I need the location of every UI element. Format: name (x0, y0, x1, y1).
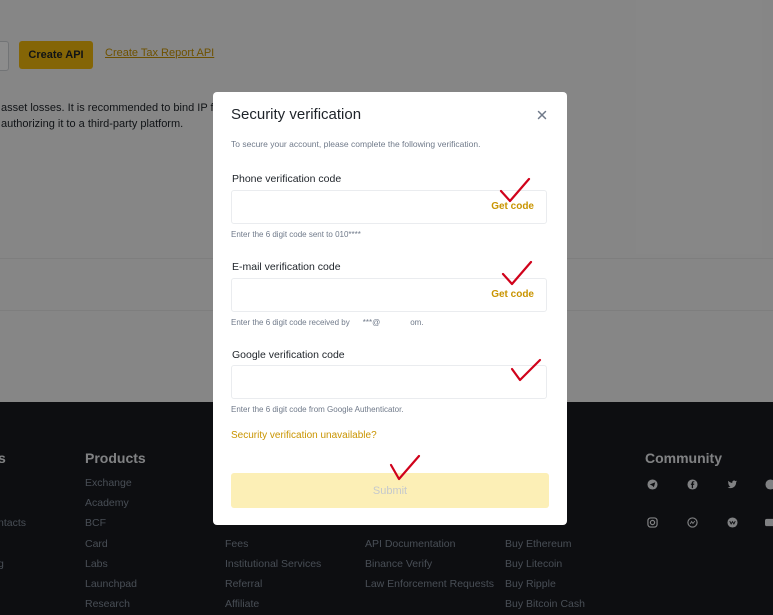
dialog-title: Security verification (231, 106, 362, 123)
email-code-hint: Enter the 6 digit code received by ***@ om… (231, 318, 424, 327)
dialog-description: To secure your account, please complete … (231, 139, 481, 149)
google-code-field (231, 365, 547, 399)
phone-code-hint: Enter the 6 digit code sent to 010**** (231, 230, 361, 239)
security-verification-dialog: Security verification To secure your acc… (213, 92, 567, 525)
email-get-code-button[interactable]: Get code (491, 289, 534, 300)
google-code-input[interactable] (232, 366, 502, 398)
google-code-label: Google verification code (232, 349, 345, 361)
red-check-mark-icon (510, 358, 542, 382)
security-verification-unavailable-link[interactable]: Security verification unavailable? (231, 430, 377, 441)
email-code-input[interactable] (232, 279, 502, 311)
red-check-mark-icon (501, 260, 533, 286)
google-code-hint: Enter the 6 digit code from Google Authe… (231, 405, 404, 414)
phone-code-input[interactable] (232, 191, 502, 223)
email-hint-suffix: om. (410, 318, 424, 327)
email-hint-masked: ***@ (362, 318, 381, 327)
close-icon[interactable] (535, 108, 549, 122)
email-hint-prefix: Enter the 6 digit code received by (231, 318, 350, 327)
email-code-label: E-mail verification code (232, 261, 341, 273)
red-check-mark-icon (389, 454, 421, 481)
phone-code-label: Phone verification code (232, 173, 342, 185)
red-check-mark-icon (499, 177, 531, 203)
